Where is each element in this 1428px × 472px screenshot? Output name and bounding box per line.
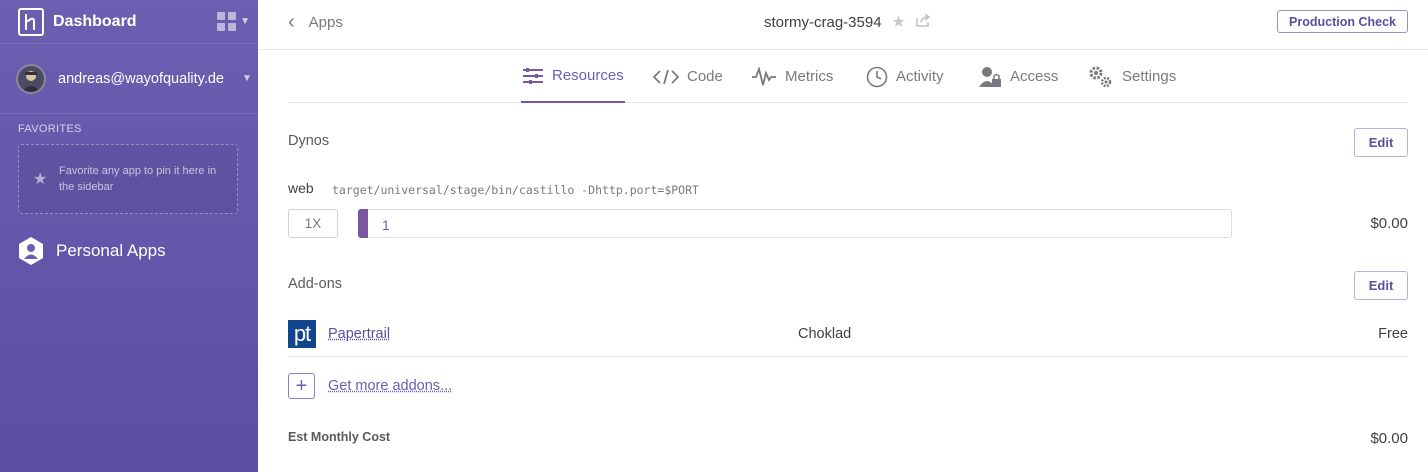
sidebar-header: Dashboard ▼ xyxy=(0,0,258,43)
share-icon[interactable] xyxy=(916,12,931,31)
production-check-button[interactable]: Production Check xyxy=(1277,10,1408,33)
tab-label: Activity xyxy=(896,68,944,85)
user-hexagon-icon xyxy=(18,236,44,266)
addon-plan: Choklad xyxy=(798,326,852,342)
edit-addons-button[interactable]: Edit xyxy=(1354,271,1408,300)
favorites-heading: FAVORITES xyxy=(18,123,82,135)
tab-activity[interactable]: Activity xyxy=(866,50,944,103)
plus-icon[interactable]: + xyxy=(288,373,315,399)
edit-dynos-button[interactable]: Edit xyxy=(1354,128,1408,157)
addon-name-link[interactable]: Papertrail xyxy=(328,326,390,342)
tab-label: Access xyxy=(1010,68,1059,85)
tab-access[interactable]: Access xyxy=(978,50,1058,103)
addon-price: Free xyxy=(1378,326,1408,342)
tab-bar: Resources Code Metrics Activity Access S… xyxy=(288,50,1408,103)
resources-icon xyxy=(523,67,543,84)
list-item: pt Papertrail Choklad Free xyxy=(288,312,1408,357)
dynos-heading: Dynos xyxy=(288,133,330,149)
tab-label: Settings xyxy=(1122,68,1177,85)
tab-settings[interactable]: Settings xyxy=(1088,50,1176,103)
sidebar: Dashboard ▼ andreas@wayofquality.de ▼ FA… xyxy=(0,0,258,472)
addons-heading: Add-ons xyxy=(288,276,343,292)
account-menu[interactable]: andreas@wayofquality.de ▼ xyxy=(0,44,258,113)
dashboard-title[interactable]: Dashboard xyxy=(53,13,137,31)
access-icon xyxy=(979,66,1001,87)
activity-icon xyxy=(866,66,888,87)
personal-apps-link[interactable]: Personal Apps xyxy=(18,236,166,266)
favorites-hint: Favorite any app to pin it here in the s… xyxy=(59,165,217,193)
slider-handle[interactable] xyxy=(358,209,368,238)
avatar xyxy=(16,63,46,94)
chevron-down-icon: ▼ xyxy=(242,73,252,84)
tab-label: Resources xyxy=(552,67,624,84)
tab-code[interactable]: Code xyxy=(653,50,723,103)
code-icon xyxy=(653,69,679,84)
tab-label: Code xyxy=(687,68,723,85)
dyno-size-selector[interactable]: 1X xyxy=(288,209,338,238)
dyno-type: web xyxy=(288,180,314,196)
user-email: andreas@wayofquality.de xyxy=(58,70,224,87)
grid-icon xyxy=(217,12,237,31)
app-switcher-button[interactable]: ▼ xyxy=(217,12,250,31)
get-more-addons-link[interactable]: Get more addons... xyxy=(328,378,452,394)
personal-apps-label: Personal Apps xyxy=(56,241,166,260)
settings-icon xyxy=(1089,66,1112,87)
favorite-star-icon[interactable]: ★ xyxy=(892,12,906,32)
est-monthly-cost-label: Est Monthly Cost xyxy=(288,430,391,444)
dyno-command: target/universal/stage/bin/castillo -Dht… xyxy=(332,183,699,197)
tab-resources[interactable]: Resources xyxy=(521,50,625,103)
favorites-dropzone: ★ Favorite any app to pin it here in the… xyxy=(18,144,238,214)
tab-metrics[interactable]: Metrics xyxy=(751,50,833,103)
metrics-icon xyxy=(752,66,776,85)
back-to-apps-link[interactable]: ‹ Apps xyxy=(288,11,343,34)
dyno-count: 1 xyxy=(382,217,390,233)
dyno-cost: $0.00 xyxy=(1370,215,1408,232)
app-name: stormy-crag-3594 xyxy=(764,13,882,31)
est-monthly-cost-value: $0.00 xyxy=(1370,430,1408,447)
dyno-count-slider[interactable]: 1 xyxy=(358,209,1232,238)
app-title: stormy-crag-3594 ★ xyxy=(764,12,931,32)
chevron-left-icon: ‹ xyxy=(288,11,295,33)
papertrail-logo-icon: pt xyxy=(288,320,316,348)
heroku-logo-icon[interactable] xyxy=(18,7,44,36)
chevron-down-icon: ▼ xyxy=(240,16,250,27)
back-label: Apps xyxy=(308,14,343,31)
star-icon: ★ xyxy=(33,171,48,188)
top-bar: ‹ Apps stormy-crag-3594 ★ Production Che… xyxy=(258,0,1428,50)
tab-label: Metrics xyxy=(785,68,834,85)
get-more-addons[interactable]: + Get more addons... xyxy=(288,373,452,399)
